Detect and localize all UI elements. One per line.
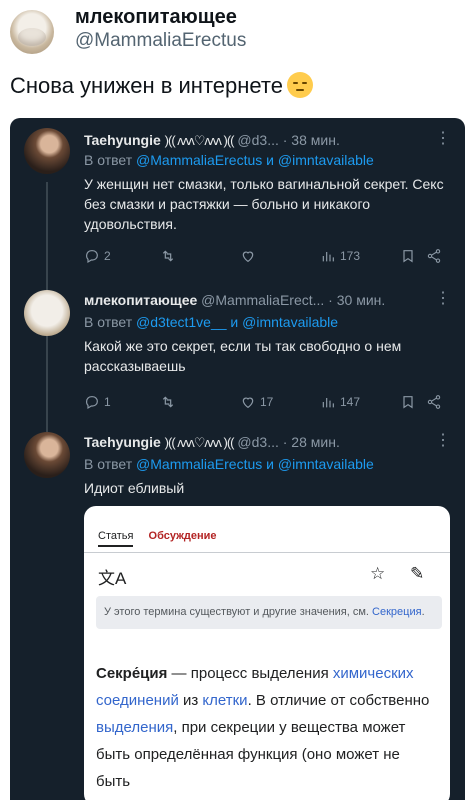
divider [84, 552, 450, 553]
heart-icon [242, 251, 254, 263]
share-icon [427, 395, 441, 409]
tab-talk[interactable]: Обсуждение [149, 530, 217, 542]
tweet-text: Идиот ебливый [84, 480, 185, 496]
retweet-icon [162, 250, 174, 262]
thread-line [46, 182, 48, 290]
more-icon[interactable]: ⋮ [435, 288, 451, 308]
mention-link[interactable]: @imntavailable [242, 314, 338, 330]
share-icon [427, 249, 441, 263]
tab-article[interactable]: Статья [98, 530, 134, 547]
reply-prefix: В ответ [84, 314, 137, 330]
reply-icon [86, 396, 98, 410]
tweet-header: Taehyungie )(( ʌʌʌ♡ʌʌʌ )(( @d3... · 28 м… [84, 434, 340, 451]
reply-count: 1 [104, 395, 111, 409]
share-button[interactable] [426, 248, 442, 264]
reply-and: и [226, 314, 243, 330]
handle-time: @MammaliaErect... · 30 мин. [201, 292, 386, 308]
tweet-actions: 1 17 147 [84, 394, 444, 414]
author-handle[interactable]: @MammaliaErectus [75, 30, 246, 52]
view-count: 147 [340, 395, 361, 409]
reply-prefix: В ответ [84, 456, 137, 472]
note-text: У этого термина существуют и другие знач… [104, 606, 373, 618]
post-text: Снова унижен в интернете [10, 72, 313, 99]
post-text-content: Снова унижен в интернете [10, 73, 283, 98]
wiki-tabs: Статья Обсуждение [98, 530, 217, 547]
bookmark-button[interactable] [400, 394, 416, 410]
reply-button[interactable]: 2 [84, 248, 111, 264]
pensive-face-emoji-icon [286, 72, 313, 98]
avatar[interactable] [24, 290, 70, 336]
views-icon [322, 252, 334, 262]
tweet-text: Какой же это секрет, если ты так свободн… [84, 338, 402, 374]
display-name[interactable]: млекопитающее [84, 292, 197, 308]
reply-context: В ответ @MammaliaErectus и @imntavailabl… [84, 152, 374, 168]
name-decoration: )(( ʌʌʌ♡ʌʌʌ )(( [164, 435, 235, 450]
disambiguation-note: У этого термина существуют и другие знач… [96, 596, 442, 629]
text-part: из [178, 692, 203, 709]
views-button[interactable]: 173 [320, 248, 360, 264]
reply-button[interactable]: 1 [84, 394, 111, 410]
tweet-header: Taehyungie )(( ʌʌʌ♡ʌʌʌ )(( @d3... · 38 м… [84, 132, 340, 149]
post-header: млекопитающее @MammaliaErectus [0, 0, 473, 62]
article-term: Секре́ция [96, 665, 168, 682]
avatar[interactable] [24, 128, 70, 174]
handle-time: @d3... · 38 мин. [237, 132, 340, 148]
avatar[interactable] [24, 432, 70, 478]
attached-wiki-image[interactable]: Статья Обсуждение 文A ☆ ✎ У этого термина… [84, 506, 450, 800]
avatar[interactable] [10, 10, 54, 54]
view-count: 173 [340, 249, 361, 263]
reply-and: и [262, 152, 278, 168]
more-icon[interactable]: ⋮ [435, 128, 451, 148]
views-icon [322, 398, 334, 408]
mention-link[interactable]: @imntavailable [278, 456, 374, 472]
tweet-text: У женщин нет смазки, только вагинальной … [84, 176, 444, 232]
bookmark-icon [403, 250, 413, 263]
bookmark-icon [403, 396, 413, 409]
star-icon[interactable]: ☆ [370, 564, 385, 584]
bookmark-button[interactable] [400, 248, 416, 264]
note-link[interactable]: Секреция [372, 606, 422, 618]
like-button[interactable] [240, 248, 260, 264]
like-count: 17 [260, 395, 274, 409]
reply-prefix: В ответ [84, 152, 137, 168]
author-name[interactable]: млекопитающее [75, 6, 237, 29]
article-text: Секре́ция — процесс выделения химических… [96, 660, 436, 795]
tweet-header: млекопитающее @MammaliaErect... · 30 мин… [84, 292, 385, 308]
retweet-button[interactable] [160, 248, 180, 264]
reply-context: В ответ @d3tect1ve__ и @imntavailable [84, 314, 338, 330]
display-name[interactable]: Taehyungie [84, 132, 161, 148]
wiki-link[interactable]: клетки [202, 692, 247, 709]
thread-line [46, 336, 48, 432]
text-part: — процесс выделения [167, 665, 333, 682]
mention-link[interactable]: @d3tect1ve__ [136, 314, 227, 330]
retweet-icon [162, 396, 174, 408]
note-end: . [421, 606, 425, 618]
tweet-actions: 2 173 [84, 248, 444, 268]
like-button[interactable]: 17 [240, 394, 273, 410]
reply-and: и [262, 456, 278, 472]
embedded-screenshot[interactable]: Taehyungie )(( ʌʌʌ♡ʌʌʌ )(( @d3... · 38 м… [10, 118, 465, 800]
retweet-button[interactable] [160, 394, 180, 410]
handle-time: @d3... · 28 мин. [237, 434, 340, 450]
reply-count: 2 [104, 249, 111, 263]
mention-link[interactable]: @imntavailable [278, 152, 374, 168]
share-button[interactable] [426, 394, 442, 410]
reply-context: В ответ @MammaliaErectus и @imntavailabl… [84, 456, 374, 472]
mention-link[interactable]: @MammaliaErectus [136, 456, 262, 472]
display-name[interactable]: Taehyungie [84, 434, 161, 450]
mention-link[interactable]: @MammaliaErectus [136, 152, 262, 168]
heart-icon [242, 397, 254, 409]
translate-icon[interactable]: 文A [98, 564, 126, 589]
edit-pencil-icon[interactable]: ✎ [410, 564, 424, 584]
name-decoration: )(( ʌʌʌ♡ʌʌʌ )(( [164, 133, 235, 148]
text-part: . В отличие от собственно [247, 692, 430, 709]
views-button[interactable]: 147 [320, 394, 360, 410]
reply-icon [86, 250, 98, 264]
more-icon[interactable]: ⋮ [435, 430, 451, 450]
wiki-link[interactable]: выделения [96, 719, 173, 736]
